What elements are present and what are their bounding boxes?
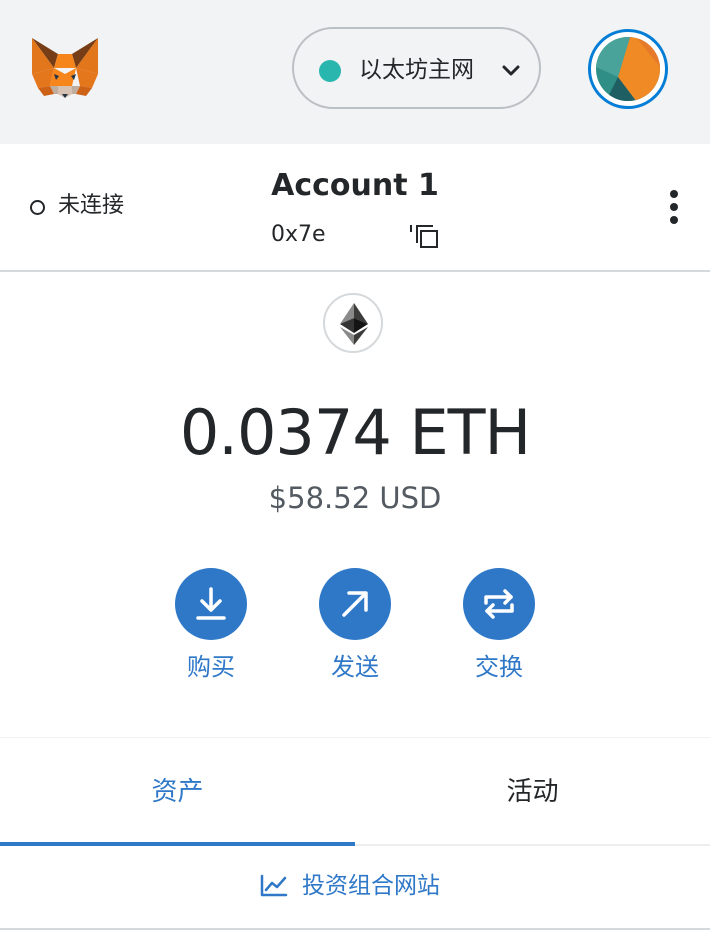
chevron-down-icon bbox=[502, 65, 520, 76]
account-address[interactable]: 0x7e bbox=[271, 220, 326, 250]
token-logo bbox=[323, 293, 383, 353]
active-tab-indicator bbox=[0, 842, 355, 846]
account-bar: 未连接 Account 1 0x7e bbox=[0, 144, 710, 272]
ethereum-icon bbox=[340, 303, 368, 345]
send-button-circle bbox=[319, 568, 391, 640]
arrow-up-right-icon bbox=[342, 591, 368, 617]
buy-button[interactable]: 购买 bbox=[161, 568, 261, 698]
account-menu-button[interactable] bbox=[588, 29, 668, 109]
swap-label: 交换 bbox=[475, 653, 523, 681]
kebab-menu-icon[interactable] bbox=[662, 188, 686, 226]
swap-button-circle bbox=[463, 568, 535, 640]
send-button[interactable]: 发送 bbox=[305, 568, 405, 698]
account-identicon bbox=[596, 37, 660, 101]
network-status-dot bbox=[319, 60, 341, 82]
network-label: 以太坊主网 bbox=[359, 57, 474, 83]
send-label: 发送 bbox=[331, 653, 379, 681]
copy-icon[interactable] bbox=[409, 223, 441, 249]
download-icon bbox=[196, 587, 226, 620]
fiat-balance: $58.52 USD bbox=[268, 481, 442, 515]
connection-status[interactable]: 未连接 bbox=[58, 190, 124, 222]
network-selector[interactable]: 以太坊主网 bbox=[292, 27, 541, 109]
portfolio-label: 投资组合网站 bbox=[302, 873, 440, 899]
balance-amount: 0.0374 ETH bbox=[179, 396, 531, 469]
connection-status-icon bbox=[30, 200, 45, 215]
buy-button-circle bbox=[175, 568, 247, 640]
account-name[interactable]: Account 1 bbox=[205, 166, 505, 206]
swap-button[interactable]: 交换 bbox=[449, 568, 549, 698]
tab-activity[interactable]: 活动 bbox=[355, 738, 710, 846]
footer-divider bbox=[0, 928, 710, 930]
buy-label: 购买 bbox=[187, 653, 235, 681]
tabs-bottom-line bbox=[355, 844, 710, 846]
app-header: 以太坊主网 bbox=[0, 0, 710, 144]
swap-icon bbox=[484, 589, 514, 619]
tab-assets[interactable]: 资产 bbox=[0, 738, 355, 846]
chart-line-icon bbox=[260, 874, 288, 897]
metamask-fox-icon[interactable] bbox=[28, 34, 102, 102]
